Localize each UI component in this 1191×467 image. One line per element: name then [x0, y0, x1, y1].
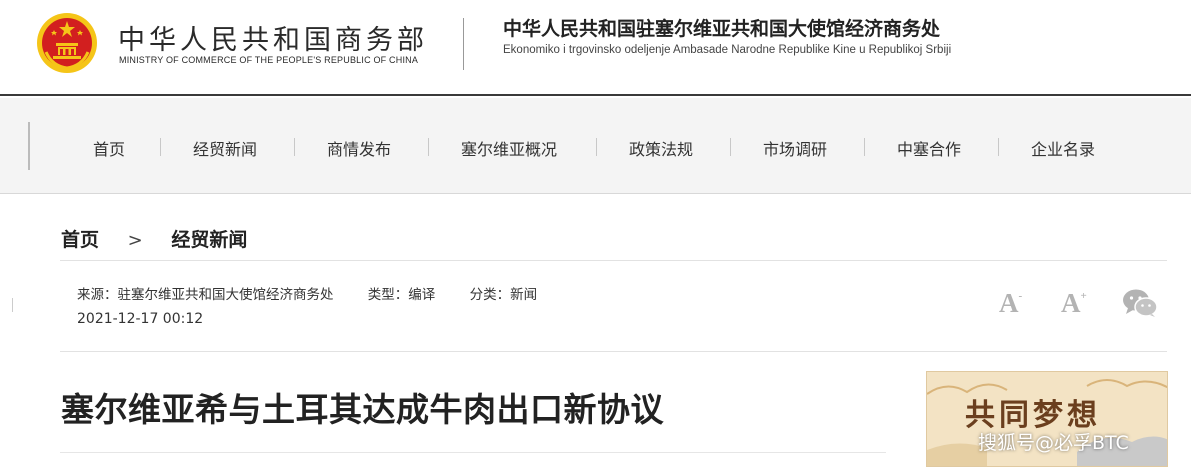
article-title: 塞尔维亚希与土耳其达成牛肉出口新协议 [61, 390, 664, 429]
ministry-name-cn[interactable]: 中华人民共和国商务部 [118, 18, 428, 57]
nav-separator [428, 138, 429, 156]
chevron-right-icon: > [127, 230, 143, 251]
nav-item-market-research[interactable]: 市场调研 [763, 136, 827, 160]
breadcrumb-current[interactable]: 经贸新闻 [171, 225, 247, 252]
meta-type: 类型：编译 [367, 287, 436, 303]
breadcrumb-home[interactable]: 首页 [61, 225, 99, 252]
meta-date: 2021-12-17 00:12 [77, 311, 204, 327]
office-name-en: Ekonomiko i trgovinsko odeljenje Ambasad… [503, 44, 952, 56]
watermark: 搜狐号@必孚BTC [978, 432, 1129, 454]
nav-item-china-serbia-cooperation[interactable]: 中塞合作 [897, 136, 961, 160]
header-divider [463, 18, 464, 70]
nav-item-company-directory[interactable]: 企业名录 [1031, 136, 1095, 160]
nav-left-bar [28, 122, 30, 170]
font-increase-icon[interactable]: A+ [1061, 288, 1087, 319]
breadcrumb: 首页 > 经贸新闻 [61, 225, 247, 252]
wechat-icon[interactable] [1122, 288, 1158, 318]
divider [60, 351, 1167, 352]
national-emblem-icon[interactable] [36, 12, 98, 74]
divider [60, 260, 1167, 261]
ministry-name-en[interactable]: MINISTRY OF COMMERCE OF THE PEOPLE'S REP… [119, 55, 418, 65]
site-header: 中华人民共和国商务部 MINISTRY OF COMMERCE OF THE P… [0, 0, 1191, 96]
article-meta: 来源：驻塞尔维亚共和国大使馆经济商务处 类型：编译 分类：新闻 [77, 283, 567, 303]
nav-separator [864, 138, 865, 156]
nav-separator [730, 138, 731, 156]
font-increase-letter: A [1061, 288, 1081, 318]
title-underline [60, 452, 886, 453]
font-decrease-letter: A [999, 288, 1019, 318]
nav-item-home[interactable]: 首页 [93, 136, 125, 160]
meta-category: 分类：新闻 [469, 287, 538, 303]
nav-item-business-info[interactable]: 商情发布 [327, 136, 391, 160]
nav-item-trade-news[interactable]: 经贸新闻 [193, 136, 257, 160]
main-nav: 首页 经贸新闻 商情发布 塞尔维亚概况 政策法规 市场调研 中塞合作 企业名录 [0, 98, 1191, 194]
meta-source: 来源：驻塞尔维亚共和国大使馆经济商务处 [77, 287, 334, 303]
font-increase-sign: + [1080, 290, 1087, 302]
nav-separator [998, 138, 999, 156]
nav-separator [596, 138, 597, 156]
nav-separator [160, 138, 161, 156]
nav-separator [294, 138, 295, 156]
font-decrease-icon[interactable]: A- [999, 288, 1022, 319]
left-edge-rule [12, 298, 13, 312]
nav-item-policies[interactable]: 政策法规 [629, 136, 693, 160]
font-decrease-sign: - [1018, 290, 1023, 302]
office-name-cn: 中华人民共和国驻塞尔维亚共和国大使馆经济商务处 [503, 18, 941, 40]
nav-item-serbia-overview[interactable]: 塞尔维亚概况 [461, 136, 557, 160]
